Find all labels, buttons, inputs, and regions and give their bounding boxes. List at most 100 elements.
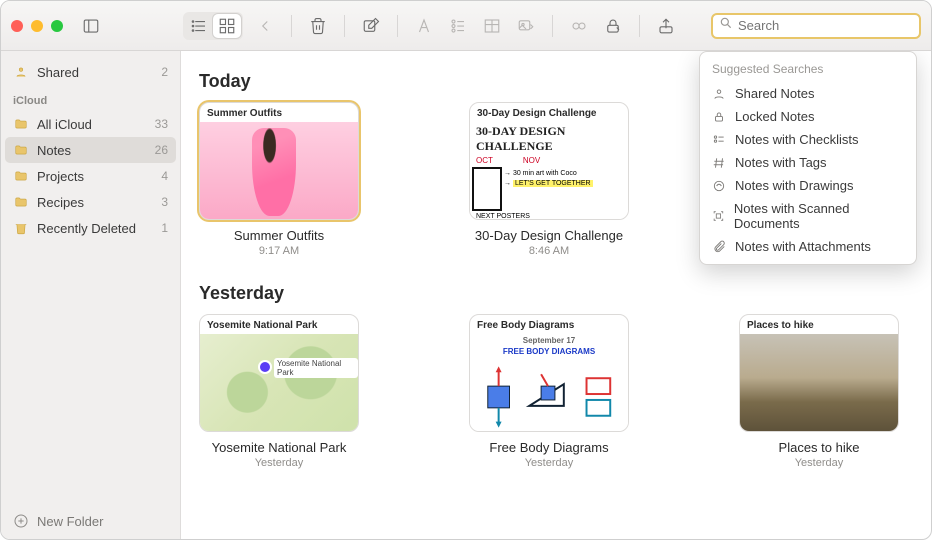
shared-icon [13,64,29,80]
media-button[interactable] [514,14,538,38]
suggested-searches-dropdown: Suggested Searches Shared Notes Locked N… [699,51,917,265]
thumb-preview: September 17 FREE BODY DIAGRAMS [470,334,628,432]
sidebar-item-recipes[interactable]: Recipes 3 [1,189,180,215]
map-pin-icon [258,360,272,374]
note-thumbnail: Places to hike [739,314,899,432]
folder-icon [13,168,29,184]
close-window-button[interactable] [11,20,23,32]
thumb-shape [472,167,502,211]
sidebar-item-notes[interactable]: Notes 26 [5,137,176,163]
fullscreen-window-button[interactable] [51,20,63,32]
note-title: 30-Day Design Challenge [475,228,623,243]
section-heading-yesterday: Yesterday [199,283,913,304]
dropdown-heading: Suggested Searches [700,60,916,82]
sidebar-item-count: 4 [161,169,168,183]
thumb-preview [740,334,898,431]
note-card[interactable]: Places to hike Places to hike Yesterday [739,314,899,469]
link-note-button[interactable] [567,14,591,38]
thumb-text: September 17 [470,334,628,345]
window-controls [11,20,63,32]
thumb-title: Free Body Diagrams [470,315,628,334]
delete-button[interactable] [306,14,330,38]
folder-icon [13,194,29,210]
list-view-button[interactable] [185,14,213,38]
note-title: Free Body Diagrams [489,440,608,455]
sidebar-item-label: Projects [37,169,84,184]
thumb-text: LET'S GET TOGETHER [513,180,593,187]
suggestion-locked-notes[interactable]: Locked Notes [700,105,916,128]
sidebar: Shared 2 iCloud All iCloud 33 Notes 26 P… [1,51,181,539]
back-button[interactable] [253,14,277,38]
format-button[interactable] [412,14,436,38]
suggestion-attachments[interactable]: Notes with Attachments [700,235,916,258]
suggestion-label: Notes with Drawings [735,178,854,193]
sidebar-item-label: Recipes [37,195,84,210]
thumb-preview: Yosemite National Park [200,334,358,431]
search-icon [719,16,733,35]
suggestion-drawings[interactable]: Notes with Drawings [700,174,916,197]
thumb-text: FREE BODY DIAGRAMS [470,345,628,356]
thumb-title: 30-Day Design Challenge [470,103,628,122]
thumb-text: OCT [476,156,493,165]
note-timestamp: 9:17 AM [259,245,299,257]
note-thumbnail: Summer Outfits [199,102,359,220]
thumb-title: Summer Outfits [200,103,358,122]
view-mode-segmented [183,12,243,40]
note-title: Summer Outfits [234,228,324,243]
gallery-view-button[interactable] [213,14,241,38]
sidebar-item-all-icloud[interactable]: All iCloud 33 [1,111,180,137]
thumb-preview [200,122,358,219]
suggestion-label: Notes with Tags [735,155,827,170]
suggestion-checklists[interactable]: Notes with Checklists [700,128,916,151]
new-folder-button[interactable]: New Folder [1,503,180,539]
sidebar-item-projects[interactable]: Projects 4 [1,163,180,189]
suggestion-label: Shared Notes [735,86,815,101]
sidebar-item-count: 3 [161,195,168,209]
checklist-button[interactable] [446,14,470,38]
search-input[interactable] [738,18,914,33]
thumb-preview: 30-DAY DESIGN CHALLENGE OCTNOV → 30 min … [470,122,628,220]
note-timestamp: 8:46 AM [529,245,569,257]
suggestion-tags[interactable]: Notes with Tags [700,151,916,174]
suggestion-shared-notes[interactable]: Shared Notes [700,82,916,105]
table-button[interactable] [480,14,504,38]
trash-icon [13,220,29,236]
titlebar [1,1,931,51]
sidebar-item-shared[interactable]: Shared 2 [1,59,180,85]
sidebar-item-label: Notes [37,143,71,158]
toggle-sidebar-button[interactable] [79,14,103,38]
note-timestamp: Yesterday [525,457,574,469]
sidebar-item-label: All iCloud [37,117,92,132]
folder-icon [13,116,29,132]
note-card[interactable]: 30-Day Design Challenge 30-DAY DESIGN CH… [469,102,629,257]
compose-button[interactable] [359,14,383,38]
sidebar-item-recently-deleted[interactable]: Recently Deleted 1 [1,215,180,241]
minimize-window-button[interactable] [31,20,43,32]
notes-window: Shared 2 iCloud All iCloud 33 Notes 26 P… [0,0,932,540]
suggestion-label: Notes with Checklists [735,132,859,147]
folder-icon [13,142,29,158]
thumb-text: 30-DAY DESIGN CHALLENGE [470,122,628,156]
note-thumbnail: 30-Day Design Challenge 30-DAY DESIGN CH… [469,102,629,220]
lock-button[interactable] [601,14,625,38]
note-card[interactable]: Summer Outfits Summer Outfits 9:17 AM [199,102,359,257]
sidebar-item-count: 2 [161,65,168,79]
thumb-title: Places to hike [740,315,898,334]
sidebar-item-label: Shared [37,65,79,80]
suggestion-scanned[interactable]: Notes with Scanned Documents [700,197,916,235]
new-folder-label: New Folder [37,514,103,529]
note-timestamp: Yesterday [255,457,304,469]
map-label: Yosemite National Park [274,358,358,378]
note-thumbnail: Yosemite National Park Yosemite National… [199,314,359,432]
thumb-text: NOV [523,156,540,165]
sidebar-item-count: 26 [155,143,168,157]
note-thumbnail: Free Body Diagrams September 17 FREE BOD… [469,314,629,432]
suggestion-label: Notes with Scanned Documents [734,201,904,231]
gallery-area: Suggested Searches Shared Notes Locked N… [181,51,931,539]
share-button[interactable] [654,14,678,38]
search-field[interactable] [711,13,921,39]
suggestion-label: Locked Notes [735,109,815,124]
note-card[interactable]: Yosemite National Park Yosemite National… [199,314,359,469]
note-card[interactable]: Free Body Diagrams September 17 FREE BOD… [469,314,629,469]
note-timestamp: Yesterday [795,457,844,469]
